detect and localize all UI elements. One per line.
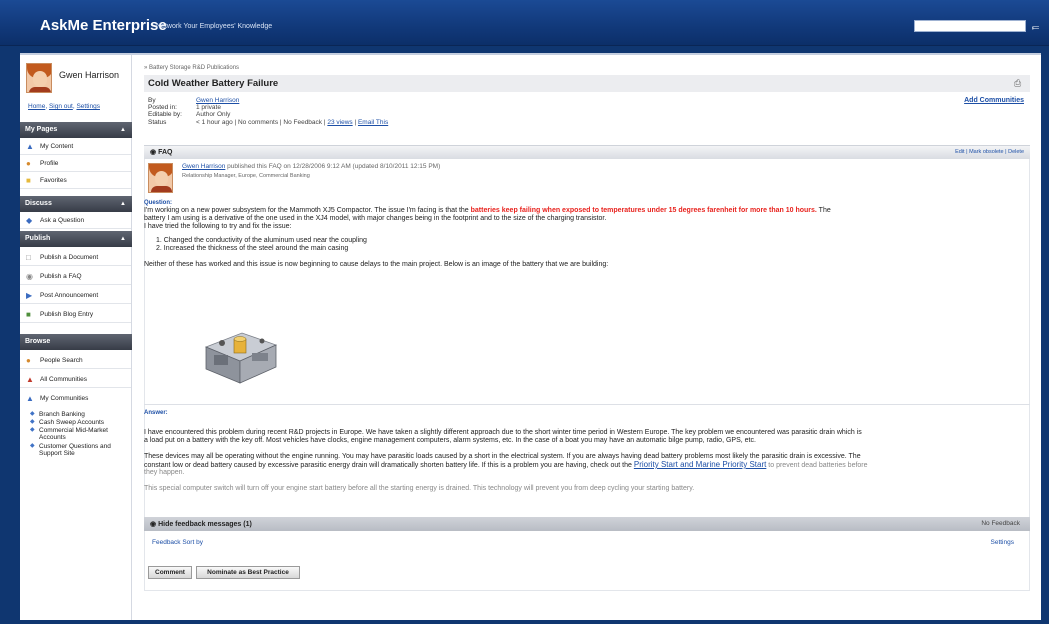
print-icon[interactable]: ⎙ — [1014, 78, 1024, 88]
search-input[interactable] — [914, 20, 1026, 32]
feedback-settings-link[interactable]: Settings — [991, 539, 1015, 546]
divider — [144, 404, 1030, 405]
comment-button[interactable]: Comment — [148, 566, 192, 579]
question-text: I'm working on a new power subsystem for… — [144, 207, 831, 214]
community-item[interactable]: ◆ Branch Banking — [30, 411, 130, 418]
page-title: Cold Weather Battery Failure — [148, 78, 279, 89]
sidebar-item-my-content[interactable]: ▲ My Content — [20, 139, 131, 155]
faq-actions[interactable]: Edit | Mark obsolete | Delete — [955, 149, 1024, 155]
views-link[interactable]: 23 views — [327, 119, 352, 126]
person-icon: ● — [26, 159, 31, 168]
sidebar-item-ask-question[interactable]: ◆ Ask a Question — [20, 213, 131, 229]
settings-link[interactable]: Settings — [76, 103, 100, 110]
collapse-circle-icon[interactable]: ◉ — [150, 521, 156, 528]
sidebar-item-all-communities[interactable]: ▲ All Communities — [20, 372, 131, 388]
faq-author-link[interactable]: Gwen Harrison — [182, 163, 225, 170]
author-role: Relationship Manager, Europe, Commercial… — [182, 173, 310, 179]
answer-label: Answer: — [144, 410, 168, 416]
main-frame: Gwen Harrison Home, Sign out, Settings M… — [20, 53, 1041, 620]
list-item: 2. Increased the thickness of the steel … — [156, 245, 349, 252]
battery-image — [204, 332, 278, 384]
list-item: 1. Changed the conductivity of the alumi… — [156, 237, 367, 244]
sidebar-item-favorites[interactable]: ■ Favorites — [20, 173, 131, 189]
avatar[interactable] — [148, 163, 173, 193]
content-area: » Battery Storage R&D Publications Cold … — [144, 55, 1034, 620]
blog-icon: ■ — [26, 310, 31, 319]
collapse-icon[interactable]: ▲ — [120, 196, 126, 212]
collapse-icon[interactable]: ▲ — [120, 122, 126, 138]
bullet-icon: ◆ — [30, 411, 35, 417]
answer-text: I have encountered this problem during r… — [144, 429, 862, 436]
sidebar-item-publish-faq[interactable]: ◉ Publish a FAQ — [20, 269, 131, 285]
bullet-icon: ◆ — [30, 443, 35, 449]
sidebar-item-post-announcement[interactable]: ▶ Post Announcement — [20, 288, 131, 304]
profile-links: Home, Sign out, Settings — [28, 103, 100, 110]
collapse-icon[interactable]: ▲ — [120, 231, 126, 247]
people-icon: ● — [26, 356, 31, 365]
status-line: < 1 hour ago | No comments | No Feedback… — [196, 119, 389, 126]
feedback-header[interactable]: ◉ Hide feedback messages (1) No Feedback — [144, 517, 1030, 531]
priority-start-link[interactable]: Priority Start and Marine Priority Start — [634, 460, 766, 469]
sidebar-item-publish-document[interactable]: □ Publish a Document — [20, 250, 131, 266]
avatar[interactable] — [26, 63, 52, 93]
top-bar: AskMe Enterprise Network Your Employees'… — [0, 0, 1049, 46]
document-icon: □ — [26, 253, 31, 262]
my-pages-header[interactable]: My Pages ▲ — [20, 122, 132, 138]
sign-out-link[interactable]: Sign out — [49, 103, 73, 110]
browse-header[interactable]: Browse — [20, 334, 132, 350]
faq-header: ◉ FAQ Edit | Mark obsolete | Delete — [144, 145, 1030, 159]
sidebar-item-my-communities[interactable]: ▲ My Communities — [20, 391, 131, 407]
community-item[interactable]: ◆ Customer Questions and Support Site — [30, 443, 130, 457]
bullet-icon: ◆ — [30, 419, 35, 425]
faq-icon: ◉ — [26, 272, 33, 281]
search-arrow-icon[interactable]: ⫭ — [1029, 18, 1042, 33]
feedback-links[interactable]: Feedback Sort by — [152, 539, 203, 546]
sidebar-item-people-search[interactable]: ● People Search — [20, 353, 131, 369]
nominate-button[interactable]: Nominate as Best Practice — [196, 566, 300, 579]
sidebar-item-profile[interactable]: ● Profile — [20, 156, 131, 172]
profile-name: Gwen Harrison — [59, 70, 120, 80]
question-icon: ◆ — [26, 216, 33, 225]
community-item[interactable]: ◆ Commercial Mid-Market Accounts — [30, 427, 130, 441]
publish-header[interactable]: Publish ▲ — [20, 231, 132, 247]
email-link[interactable]: Email This — [358, 119, 388, 126]
discuss-header[interactable]: Discuss ▲ — [20, 196, 132, 212]
megaphone-icon: ▶ — [26, 291, 33, 300]
communities-icon: ▲ — [26, 375, 34, 384]
sidebar-item-publish-blog[interactable]: ■ Publish Blog Entry — [20, 307, 131, 323]
no-feedback-label: No Feedback — [981, 520, 1020, 527]
breadcrumb[interactable]: » Battery Storage R&D Publications — [144, 65, 239, 71]
folder-icon: ■ — [26, 176, 31, 185]
bullet-icon: ◆ — [30, 427, 35, 433]
brand-title[interactable]: AskMe Enterprise — [40, 17, 167, 34]
community-item[interactable]: ◆ Cash Sweep Accounts — [30, 419, 130, 426]
sidebar: Gwen Harrison Home, Sign out, Settings M… — [20, 55, 132, 620]
brand-tagline: Network Your Employees' Knowledge — [156, 23, 273, 30]
question-label: Question: — [144, 200, 172, 206]
collapse-circle-icon[interactable]: ◉ — [150, 149, 156, 156]
my-communities-icon: ▲ — [26, 394, 34, 403]
home-link[interactable]: Home — [28, 103, 45, 110]
content-icon: ▲ — [26, 142, 34, 151]
add-communities-link[interactable]: Add Communities — [964, 97, 1024, 104]
title-bar: Cold Weather Battery Failure ⎙ — [144, 75, 1030, 92]
